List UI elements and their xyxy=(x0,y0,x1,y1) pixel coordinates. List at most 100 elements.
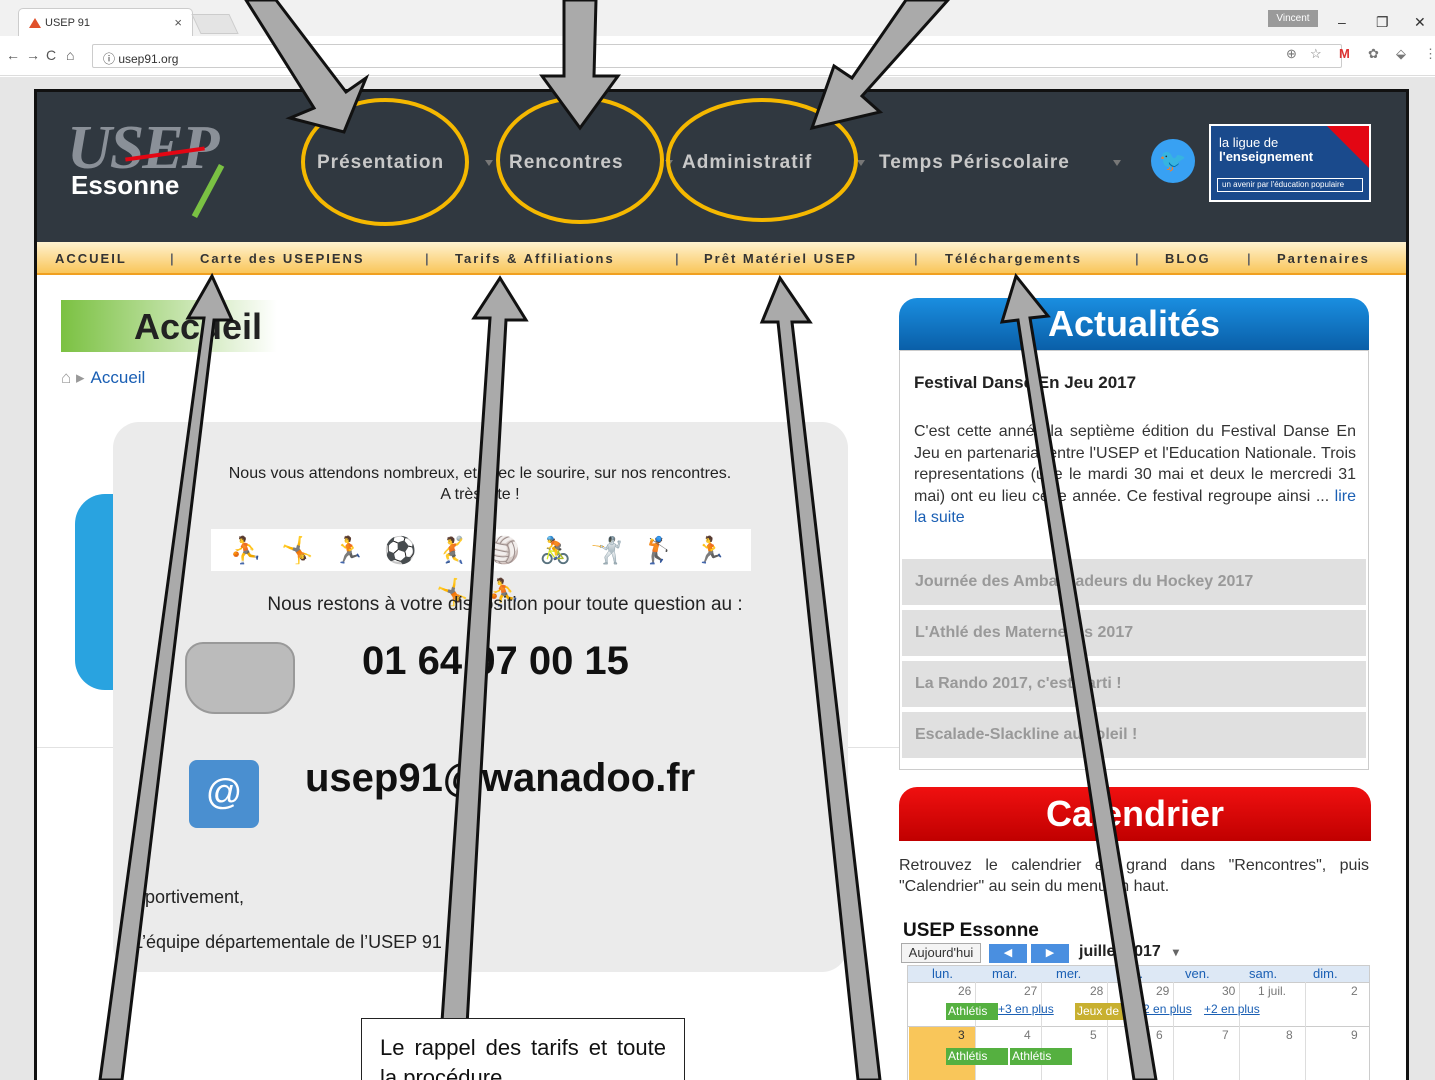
day-number[interactable]: 6 xyxy=(1156,1028,1163,1042)
news-item[interactable]: L'Athlé des Maternelles 2017 xyxy=(902,608,1366,656)
prev-month-button[interactable]: ◀ xyxy=(989,944,1027,963)
weekday-label: mer. xyxy=(1056,966,1082,981)
secondary-nav: ACCUEIL | Carte des USEPIENS | Tarifs & … xyxy=(37,242,1406,275)
close-window-icon[interactable]: ✕ xyxy=(1414,14,1426,31)
tab-title: USEP 91 xyxy=(45,17,91,29)
gmail-icon[interactable]: M xyxy=(1339,46,1350,61)
forward-icon[interactable]: → xyxy=(26,47,40,63)
subnav-blog[interactable]: BLOG xyxy=(1165,251,1211,266)
welcome-line1: Nous vous attendons nombreux, et avec le… xyxy=(228,465,732,482)
weekday-label: sam. xyxy=(1249,966,1278,981)
bookmark-star-icon[interactable]: ☆ xyxy=(1310,46,1322,62)
subnav-carte-usepiens[interactable]: Carte des USEPIENS xyxy=(200,251,365,266)
subnav-telechargements[interactable]: Téléchargements xyxy=(945,251,1082,266)
day-number[interactable]: 27 xyxy=(1024,984,1037,998)
more-events-link[interactable]: +2 en plus xyxy=(1204,1002,1260,1016)
signature-greeting: Sportivement, xyxy=(133,887,245,907)
day-number[interactable]: 9 xyxy=(1351,1028,1358,1042)
nav-separator: | xyxy=(1247,251,1251,266)
page-title: Accueil xyxy=(134,306,263,347)
day-number[interactable]: 3 xyxy=(958,1028,965,1042)
calendar-title: USEP Essonne xyxy=(903,920,1039,941)
news-item[interactable]: Escalade-Slackline au soleil ! xyxy=(902,710,1366,758)
grid-line xyxy=(1041,982,1042,1080)
back-icon[interactable]: ← xyxy=(6,47,20,63)
news-panel: Festival Danse En Jeu 2017 C'est cette a… xyxy=(899,350,1369,770)
day-number[interactable]: 7 xyxy=(1222,1028,1229,1042)
weekday-label: mar. xyxy=(992,966,1018,981)
reload-icon[interactable]: C xyxy=(46,47,56,63)
day-number[interactable]: 4 xyxy=(1024,1028,1031,1042)
restore-icon[interactable]: ❐ xyxy=(1376,14,1389,31)
telephone-icon xyxy=(185,642,295,714)
weekday-label: dim. xyxy=(1313,966,1338,981)
nav-administratif[interactable]: Administratif xyxy=(682,152,812,174)
grid-line xyxy=(1107,982,1108,1080)
ligue-enseignement-logo[interactable]: la ligue de l'enseignement un avenir par… xyxy=(1209,124,1371,202)
zoom-icon[interactable]: ⊕ xyxy=(1286,46,1297,62)
minimize-icon[interactable]: – xyxy=(1338,14,1346,30)
grid-line xyxy=(1239,982,1240,1080)
calendar-event[interactable]: Athlétis xyxy=(946,1003,998,1020)
ligue-tagline: un avenir par l'éducation populaire xyxy=(1217,178,1363,192)
website: USEP Essonne Présentation Rencontres Adm… xyxy=(34,89,1409,1080)
weekday-label: lun. xyxy=(932,966,953,981)
weekday-label: jeu. xyxy=(1122,966,1143,981)
day-number[interactable]: 29 xyxy=(1156,984,1169,998)
breadcrumb-current[interactable]: Accueil xyxy=(91,368,146,387)
next-month-button[interactable]: ▶ xyxy=(1031,944,1069,963)
day-number[interactable]: 30 xyxy=(1222,984,1235,998)
day-number[interactable]: 26 xyxy=(958,984,971,998)
nav-separator: | xyxy=(425,251,429,266)
day-number[interactable]: 5 xyxy=(1090,1028,1097,1042)
calendar-intro: Retrouvez le calendrier en grand dans "R… xyxy=(899,857,1369,895)
browser-tab[interactable]: USEP 91 × xyxy=(18,8,193,36)
calendar-month[interactable]: juillet 2017 ▾ xyxy=(1079,943,1179,961)
dropdown-caret-icon xyxy=(857,160,865,166)
calendar-event[interactable]: Jeux de xyxy=(1075,1003,1135,1020)
nav-separator: | xyxy=(170,251,174,266)
nav-separator: | xyxy=(914,251,918,266)
extension-icon[interactable]: ⬙ xyxy=(1396,46,1406,62)
new-tab-button[interactable] xyxy=(191,14,239,34)
dropdown-caret-icon xyxy=(665,160,673,166)
nav-separator: | xyxy=(675,251,679,266)
profile-button[interactable]: Vincent xyxy=(1268,10,1318,27)
extension-icon[interactable]: ✿ xyxy=(1368,46,1379,62)
day-number[interactable]: 1 juil. xyxy=(1258,984,1286,998)
day-number[interactable]: 2 xyxy=(1351,984,1358,998)
menu-icon[interactable]: ⋮ xyxy=(1424,46,1435,62)
ligue-flag-icon xyxy=(1327,126,1369,168)
nav-presentation[interactable]: Présentation xyxy=(317,152,444,174)
page-viewport: USEP Essonne Présentation Rencontres Adm… xyxy=(0,77,1435,1080)
tab-close-icon[interactable]: × xyxy=(174,15,182,30)
news-item[interactable]: Journée des Ambassadeurs du Hockey 2017 xyxy=(902,557,1366,605)
email-icon: @ xyxy=(189,760,259,828)
nav-temps-periscolaire[interactable]: Temps Périscolaire xyxy=(879,152,1070,174)
news-item[interactable]: La Rando 2017, c'est parti ! xyxy=(902,659,1366,707)
day-number[interactable]: 8 xyxy=(1286,1028,1293,1042)
grid-line xyxy=(975,982,976,1080)
twitter-icon[interactable]: 🐦 xyxy=(1151,139,1195,183)
address-bar[interactable]: ⓘ usep91.org xyxy=(92,44,1342,68)
today-button[interactable]: Aujourd'hui xyxy=(901,943,981,963)
day-number[interactable]: 28 xyxy=(1090,984,1103,998)
news-featured-body: C'est cette année la septième édition du… xyxy=(914,421,1356,529)
grid-line xyxy=(1305,982,1306,1080)
subnav-tarifs-affiliations[interactable]: Tarifs & Affiliations xyxy=(455,251,615,266)
subnav-pret-materiel[interactable]: Prêt Matériel USEP xyxy=(704,251,857,266)
grid-line xyxy=(1173,982,1174,1080)
news-featured-title[interactable]: Festival Danse En Jeu 2017 xyxy=(914,373,1136,393)
site-logo[interactable]: USEP Essonne xyxy=(67,117,225,219)
email-address[interactable]: usep91@wanadoo.fr xyxy=(305,756,695,801)
more-events-link[interactable]: +2 en plus xyxy=(1136,1002,1192,1016)
subnav-accueil[interactable]: ACCUEIL xyxy=(55,251,127,266)
nav-rencontres[interactable]: Rencontres xyxy=(509,152,624,174)
home-icon[interactable]: ⌂ xyxy=(66,47,74,63)
more-events-link[interactable]: +3 en plus xyxy=(998,1002,1054,1016)
subnav-partenaires[interactable]: Partenaires xyxy=(1277,251,1370,266)
calendar-event[interactable]: Athlétis xyxy=(1010,1048,1072,1065)
home-icon[interactable]: ⌂ ▸ xyxy=(61,368,85,387)
grid-line xyxy=(908,982,1369,983)
calendar-event[interactable]: Athlétis xyxy=(946,1048,1008,1065)
